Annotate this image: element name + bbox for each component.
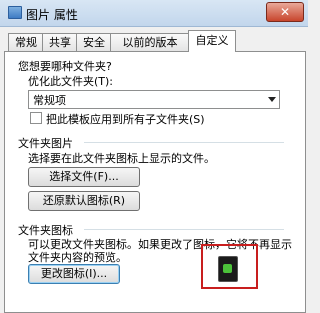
folder-pictures-description: 选择要在此文件夹图标上显示的文件。 [28,152,215,165]
group-divider [84,229,284,230]
tab-security[interactable]: 安全 [76,33,112,51]
folder-preview-icon [218,256,238,282]
apply-subfolders-checkbox[interactable] [30,112,42,124]
button-label: 更改图标(I)... [40,267,108,280]
button-label: 选择文件(F)... [49,170,119,183]
folder-icons-description-line2: 文件夹内容的预览。 [28,251,127,264]
title-bar: 图片 属性 ✕ [0,0,308,27]
choose-file-button[interactable]: 选择文件(F)... [28,167,140,187]
folder-pictures-heading: 文件夹图片 [18,137,73,150]
tab-label: 以前的版本 [122,36,178,49]
tab-label: 自定义 [195,34,229,47]
change-icon-button[interactable]: 更改图标(I)... [28,264,120,284]
close-icon: ✕ [279,5,291,19]
group-divider [84,142,284,143]
window-title: 图片 属性 [26,8,78,22]
close-button[interactable]: ✕ [266,2,304,22]
chevron-down-icon [268,97,276,102]
apply-subfolders-label[interactable]: 把此模板应用到所有子文件夹(S) [46,111,205,127]
tab-label: 安全 [83,36,105,49]
tab-general[interactable]: 常规 [8,33,44,51]
restore-default-button[interactable]: 还原默认图标(R) [28,191,140,211]
button-label: 还原默认图标(R) [42,194,126,207]
optimize-select-value: 常规项 [33,94,66,107]
folder-window-icon [8,6,22,19]
tab-label: 常规 [15,36,37,49]
folder-type-question: 您想要哪种文件夹? [18,60,112,73]
tab-sharing[interactable]: 共享 [42,33,78,51]
optimize-label: 优化此文件夹(T): [28,75,114,88]
tab-customize[interactable]: 自定义 [188,30,236,52]
optimize-select[interactable]: 常规项 [28,90,280,109]
tab-previous-versions[interactable]: 以前的版本 [110,33,190,51]
tab-label: 共享 [49,36,71,49]
